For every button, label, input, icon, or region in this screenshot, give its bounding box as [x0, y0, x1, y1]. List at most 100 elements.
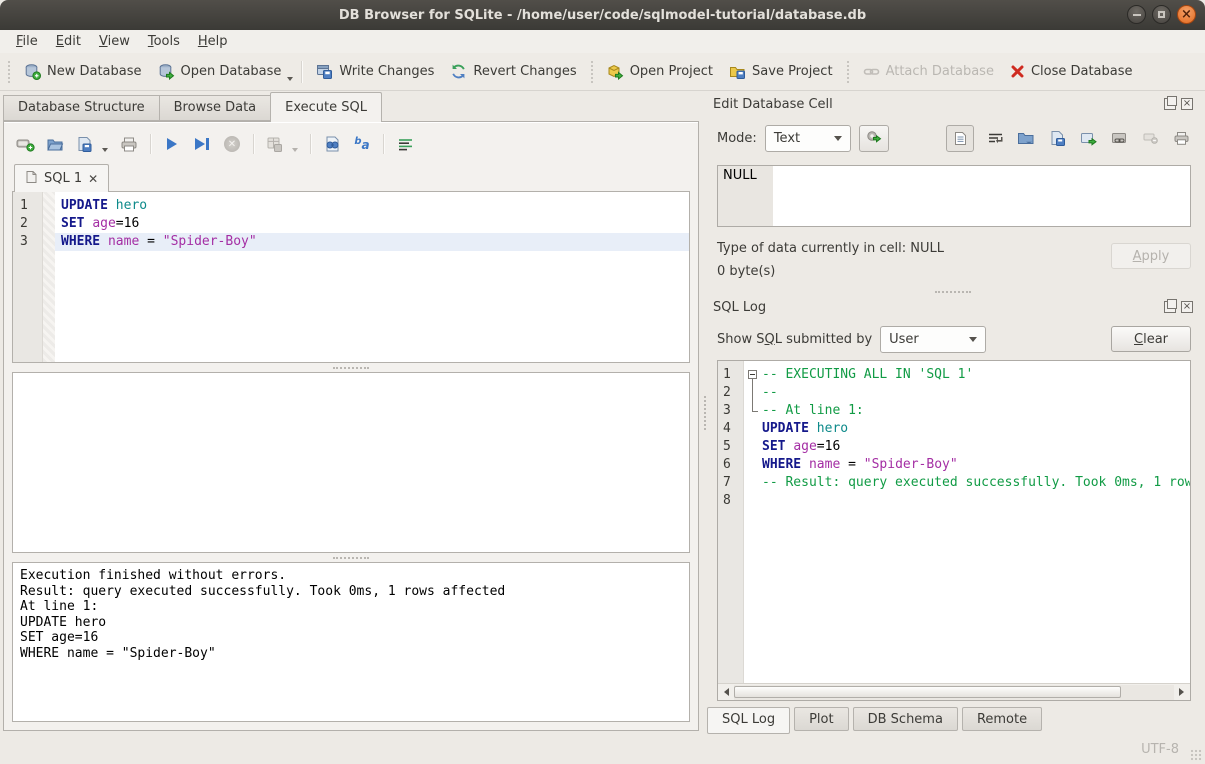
toolbar-drag-handle[interactable] [591, 61, 593, 83]
close-button[interactable]: × [1177, 5, 1196, 24]
menu-edit[interactable]: Edit [47, 32, 90, 51]
open-database-dropdown-icon[interactable] [287, 77, 293, 81]
menu-tools[interactable]: Tools [139, 32, 189, 51]
apply-label: Apply [1133, 249, 1170, 264]
toolbar-drag-handle[interactable] [847, 61, 849, 83]
resize-grip[interactable] [1190, 749, 1202, 761]
maximize-icon [1158, 11, 1165, 18]
menu-help[interactable]: Help [189, 32, 237, 51]
splitter-handle[interactable] [12, 553, 690, 562]
stop-execution-icon: ✕ [221, 133, 243, 155]
minimize-button[interactable] [1127, 5, 1146, 24]
scrollbar-track[interactable] [734, 685, 1174, 700]
scroll-left-icon[interactable] [719, 685, 734, 700]
float-panel-icon[interactable] [1164, 98, 1176, 110]
apply-mode-button[interactable] [859, 125, 889, 152]
execute-current-line-icon[interactable] [191, 133, 213, 155]
log-code[interactable]: -- EXECUTING ALL IN 'SQL 1' -- -- At lin… [762, 361, 1190, 683]
toolbar-separator [310, 134, 311, 154]
sql-1-tab[interactable]: SQL 1 ✕ [14, 164, 109, 192]
sql-log-view[interactable]: 1 2 3 4 5 6 7 8 -- EX [717, 360, 1191, 701]
clear-log-button[interactable]: Clear [1111, 326, 1191, 352]
save-project-label: Save Project [752, 64, 833, 79]
toolbar-separator [383, 134, 384, 154]
mode-select[interactable]: Text [765, 125, 851, 152]
message-line: Result: query executed successfully. Too… [20, 584, 682, 600]
write-changes-button[interactable]: Write Changes [308, 59, 442, 84]
tab-database-structure[interactable]: Database Structure [3, 95, 159, 121]
open-project-button[interactable]: Open Project [599, 59, 721, 84]
execution-message[interactable]: Execution finished without errors. Resul… [12, 562, 690, 722]
cell-edit-area[interactable] [773, 166, 1190, 226]
save-project-button[interactable]: Save Project [721, 59, 841, 84]
revert-changes-label: Revert Changes [473, 64, 576, 79]
menu-file[interactable]: File [7, 32, 47, 51]
toolbar-separator [253, 134, 254, 154]
revert-changes-button[interactable]: Revert Changes [442, 59, 584, 84]
sql-editor[interactable]: 1 2 3 UPDATE hero SET age=16 WHERE name … [12, 191, 690, 363]
export-cell-data-icon[interactable] [1047, 128, 1067, 148]
close-database-button[interactable]: Close Database [1002, 60, 1141, 83]
tab-plot[interactable]: Plot [794, 707, 849, 731]
tab-execute-sql[interactable]: Execute SQL [270, 92, 382, 122]
sql-code[interactable]: UPDATE hero SET age=16 WHERE name = "Spi… [55, 192, 689, 362]
new-database-icon [24, 63, 41, 80]
save-sql-dropdown-icon[interactable] [102, 148, 108, 152]
print-cell-icon[interactable] [1171, 128, 1191, 148]
tab-remote[interactable]: Remote [962, 707, 1042, 731]
line-number: 1 [13, 197, 42, 215]
splitter-handle[interactable] [707, 287, 1199, 296]
open-in-app-icon[interactable] [1078, 128, 1098, 148]
close-panel-icon[interactable]: × [1181, 301, 1193, 313]
save-results-icon [264, 133, 286, 155]
close-tab-icon[interactable]: ✕ [88, 172, 98, 186]
splitter-handle[interactable] [12, 363, 690, 372]
link-data-icon[interactable] [1109, 128, 1129, 148]
maximize-button[interactable] [1152, 5, 1171, 24]
word-wrap-icon[interactable] [985, 128, 1005, 148]
revert-changes-icon [450, 63, 467, 80]
log-filter-select[interactable]: User [880, 326, 986, 353]
tab-sql-log[interactable]: SQL Log [707, 707, 790, 734]
toolbar-drag-handle[interactable] [8, 61, 10, 83]
titlebar: DB Browser for SQLite - /home/user/code/… [0, 0, 1205, 30]
close-database-icon [1010, 64, 1025, 79]
log-line: UPDATE hero [762, 420, 1190, 438]
close-panel-icon[interactable]: × [1181, 98, 1193, 110]
open-sql-tab-icon[interactable] [14, 133, 36, 155]
close-database-label: Close Database [1031, 64, 1133, 79]
open-database-label: Open Database [181, 64, 282, 79]
execute-all-icon[interactable] [161, 133, 183, 155]
print-icon[interactable] [118, 133, 140, 155]
horizontal-scrollbar[interactable] [718, 683, 1190, 700]
log-line: -- EXECUTING ALL IN 'SQL 1' [762, 366, 1190, 384]
scrollbar-thumb[interactable] [734, 686, 1121, 698]
menu-view[interactable]: View [90, 32, 139, 51]
main-toolbar: New Database Open Database Write Changes… [0, 53, 1205, 91]
sql-file-icon [25, 170, 38, 188]
open-sql-file-icon[interactable] [44, 133, 66, 155]
float-panel-icon[interactable] [1164, 301, 1176, 313]
scroll-right-icon[interactable] [1174, 685, 1189, 700]
encoding-indicator: UTF-8 [1141, 742, 1179, 757]
open-database-button[interactable]: Open Database [150, 59, 290, 84]
main-area: Database Structure Browse Data Execute S… [0, 91, 1205, 735]
tab-browse-data[interactable]: Browse Data [159, 95, 271, 121]
import-cell-data-icon[interactable] [1016, 128, 1036, 148]
results-grid[interactable] [12, 372, 690, 553]
word-wrap-icon[interactable] [394, 133, 416, 155]
log-line: WHERE name = "Spider-Boy" [762, 456, 1190, 474]
find-replace-icon[interactable] [321, 133, 343, 155]
log-filter-label: Show SQL submitted by [717, 332, 872, 347]
tab-db-schema[interactable]: DB Schema [853, 707, 958, 731]
sql-toolbar: ✕ ba [12, 126, 690, 162]
fold-marker-icon[interactable] [744, 366, 762, 384]
cell-value-editor[interactable]: NULL [717, 165, 1191, 227]
format-sql-icon[interactable]: ba [351, 133, 373, 155]
text-mode-icon[interactable] [946, 125, 974, 152]
cell-value: NULL [718, 166, 773, 226]
log-line: -- At line 1: [762, 402, 1190, 420]
new-database-button[interactable]: New Database [16, 59, 150, 84]
save-sql-file-icon[interactable] [74, 133, 96, 155]
chevron-down-icon [834, 136, 842, 141]
